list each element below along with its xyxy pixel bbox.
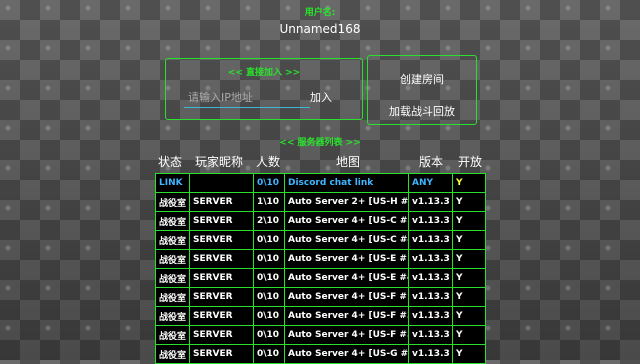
status-cell: 战役室 [155,325,190,345]
server-row[interactable]: 战役室SERVER0\10Auto Server 4+ [US-G #18]v1… [155,344,486,364]
player-name-cell: SERVER [189,344,254,364]
player-count-cell: 0\10 [253,249,285,269]
player-name-cell: SERVER [189,325,254,345]
column-header-status: 状态 [158,155,183,169]
map-cell: Auto Server 4+ [US-C #4] [284,230,409,250]
server-row[interactable]: 战役室 SERVER 1\10 Auto Server 2+ [US-H #9] v1.… [155,192,486,212]
server-row[interactable]: 战役室 SERVER 0\10 Auto Server 4+ [US-C #4] v1.… [155,230,486,250]
open-cell: Y [452,325,486,345]
player-count-cell: 1\10 [253,192,285,212]
direct-join-panel: << 直接加入 >> 加入 [165,58,363,120]
player-count-cell: 0\10 [253,306,285,326]
player-name-cell: SERVER [189,306,254,326]
player-name-cell: SERVER [189,192,254,212]
version-cell: v1.13.3 [408,268,453,288]
username-label: 用户名: [304,8,336,18]
open-cell: Y [452,230,486,250]
open-cell: Y [452,287,486,307]
player-name-cell: SERVER [189,249,254,269]
server-row[interactable]: 战役室 SERVER 0\10 Auto Server 4+ [US-F #5] v1.… [155,325,486,345]
server-row[interactable]: 战役室SERVER2\10Auto Server 4+ [US-C #10]v1… [155,211,486,231]
map-cell: Auto Server 4+ [US-E #14] [284,249,409,269]
column-header-map: 地图 [336,155,361,169]
player-name-cell: SERVER [189,268,254,288]
load-replay-button[interactable]: 加载战斗回放 [368,103,476,119]
server-row[interactable]: 战役室 SERVER 0\10 Auto Server 4+ [US-E #4] v1.… [155,268,486,288]
version-cell: v1.13.3 [408,249,453,269]
column-header-player-name: 玩家昵称 [195,155,244,169]
map-cell: Auto Server 4+ [US-G #18] [284,344,409,364]
server-row-link[interactable]: LINK 0\10 Discord chat link ANY Y [155,173,486,193]
player-count-cell: 0\10 [253,230,285,250]
version-cell: v1.13.3 [408,306,453,326]
open-cell: Y [452,268,486,288]
server-row[interactable]: 战役室SERVER0\10Auto Server 4+ [US-F #13]v1… [155,287,486,307]
status-cell: 战役室 [155,306,190,326]
server-row[interactable]: 战役室SERVER0\10Auto Server 4+ [US-E #14]v1… [155,249,486,269]
status-cell: 战役室 [155,268,190,288]
map-cell: Auto Server 4+ [US-F #13] [284,287,409,307]
open-cell: Y [452,211,486,231]
version-cell: v1.13.3 [408,344,453,364]
column-header-players: 人数 [256,155,281,169]
status-cell: 战役室 [155,249,190,269]
server-list-title: << 服务器列表 >> [279,138,361,148]
server-list-table: LINK 0\10 Discord chat link ANY Y 战役室 SERVER 1\… [155,173,486,364]
version-cell: v1.13.3 [408,325,453,345]
player-name-cell [189,173,254,193]
version-cell: v1.13.3 [408,287,453,307]
ip-address-input[interactable] [184,87,310,108]
map-cell: Auto Server 4+ [US-E #4] [284,268,409,288]
join-button[interactable]: 加入 [310,89,332,105]
username-display: Unnamed168 [279,22,361,36]
status-cell: 战役室 [155,192,190,212]
version-cell: ANY [408,173,453,193]
column-header-open: 开放 [458,155,483,169]
map-cell: Discord chat link [284,173,409,193]
open-cell: Y [452,173,486,193]
player-count-cell: 0\10 [253,325,285,345]
version-cell: v1.13.3 [408,230,453,250]
player-name-cell: SERVER [189,211,254,231]
map-cell: Auto Server 4+ [US-F #3] [284,306,409,326]
status-cell: LINK [155,173,190,193]
player-name-cell: SERVER [189,287,254,307]
map-cell: Auto Server 4+ [US-F #5] [284,325,409,345]
player-name-cell: SERVER [189,230,254,250]
player-count-cell: 0\10 [253,268,285,288]
column-header-version: 版本 [419,155,444,169]
status-cell: 战役室 [155,211,190,231]
map-cell: Auto Server 2+ [US-H #9] [284,192,409,212]
status-cell: 战役室 [155,230,190,250]
server-row[interactable]: 战役室 SERVER 0\10 Auto Server 4+ [US-F #3] v1.… [155,306,486,326]
player-count-cell: 2\10 [253,211,285,231]
create-room-button[interactable]: 创建房间 [368,71,476,87]
status-cell: 战役室 [155,344,190,364]
player-count-cell: 0\10 [253,344,285,364]
version-cell: v1.13.3 [408,211,453,231]
open-cell: Y [452,344,486,364]
status-cell: 战役室 [155,287,190,307]
open-cell: Y [452,192,486,212]
player-count-cell: 0\10 [253,287,285,307]
map-cell: Auto Server 4+ [US-C #10] [284,211,409,231]
room-actions-panel: 创建房间 加载战斗回放 [367,55,477,125]
direct-join-title: << 直接加入 >> [227,68,301,78]
open-cell: Y [452,306,486,326]
player-count-cell: 0\10 [253,173,285,193]
version-cell: v1.13.3 [408,192,453,212]
open-cell: Y [452,249,486,269]
